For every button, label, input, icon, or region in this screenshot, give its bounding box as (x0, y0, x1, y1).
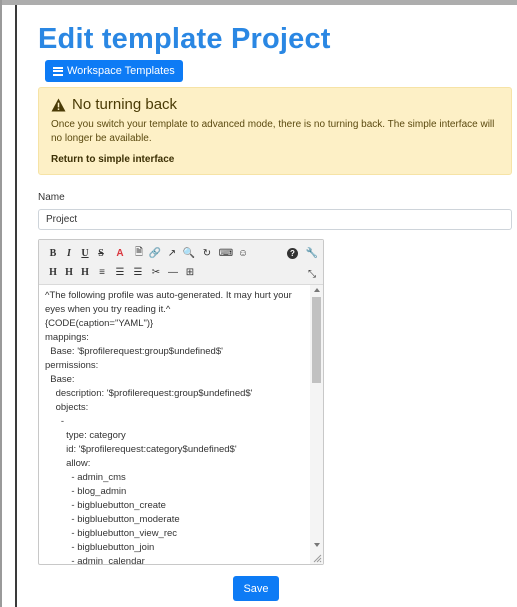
scroll-up-icon[interactable] (314, 288, 320, 292)
smiley-icon[interactable]: ☺ (235, 248, 251, 259)
scroll-down-icon[interactable] (314, 543, 320, 547)
toolbar-row-1: B I U S A 🗎 🔗 ↗ 🔍 ↻ ⌨ ☺ ? 🔧 (45, 244, 319, 263)
text-color-button[interactable]: A (109, 248, 131, 259)
warning-icon (51, 97, 66, 112)
name-input[interactable] (38, 209, 512, 230)
search-icon[interactable]: 🔍 (181, 248, 197, 259)
document-icon[interactable]: 🗎 (131, 245, 147, 262)
warning-alert: No turning back Once you switch your tem… (38, 87, 512, 175)
bold-button[interactable]: B (45, 248, 61, 259)
name-label: Name (38, 192, 65, 203)
refresh-icon[interactable]: ↻ (197, 248, 217, 259)
numbered-list-icon[interactable]: ☰ (129, 267, 147, 278)
table-icon[interactable]: ⊞ (181, 267, 199, 278)
alert-header: No turning back (51, 96, 499, 113)
workspace-templates-label: Workspace Templates (67, 65, 175, 77)
scrollbar-thumb[interactable] (312, 297, 321, 383)
wrench-icon[interactable]: 🔧 (306, 248, 318, 259)
underline-button[interactable]: U (77, 248, 93, 259)
heading-3-button[interactable]: H (77, 267, 93, 278)
save-button[interactable]: Save (233, 576, 279, 601)
window-top-border (0, 0, 517, 5)
italic-button[interactable]: I (61, 248, 77, 259)
heading-2-button[interactable]: H (61, 267, 77, 278)
resize-grip-icon[interactable] (312, 553, 322, 563)
horizontal-rule-icon[interactable]: — (165, 267, 181, 278)
toolbar-row-1-right: ? 🔧 (287, 248, 318, 259)
list-icon (53, 66, 63, 76)
editor-body[interactable]: ^The following profile was auto-generate… (39, 285, 323, 564)
page-left-border (15, 5, 17, 607)
external-link-icon[interactable]: ↗ (163, 248, 181, 259)
toolbar-row-2: H H H ≡ ☰ ☰ ✂ — ⊞ ⤡ (45, 263, 319, 282)
return-to-simple-link[interactable]: Return to simple interface (51, 154, 174, 165)
toolbar-row-2-right: ⤡ (306, 264, 318, 282)
strikethrough-button[interactable]: S (93, 248, 109, 259)
editor-scrollbar[interactable] (310, 285, 323, 564)
help-icon[interactable]: ? (287, 248, 298, 259)
page-title: Edit template Project (38, 23, 331, 55)
heading-1-button[interactable]: H (45, 267, 61, 278)
bullet-list-icon[interactable]: ☰ (111, 267, 129, 278)
align-center-icon[interactable]: ≡ (93, 267, 111, 278)
alert-message: Once you switch your template to advance… (51, 119, 495, 144)
scissors-icon[interactable]: ✂ (147, 267, 165, 278)
workspace-templates-button[interactable]: Workspace Templates (45, 60, 183, 82)
main-content: Edit template Project Workspace Template… (38, 22, 512, 601)
window-left-border (0, 0, 2, 607)
editor-toolbar: B I U S A 🗎 🔗 ↗ 🔍 ↻ ⌨ ☺ ? 🔧 H H H ≡ ☰ ☰ … (39, 240, 323, 285)
form-actions: Save (38, 576, 512, 601)
alert-title: No turning back (72, 96, 178, 113)
template-editor: B I U S A 🗎 🔗 ↗ 🔍 ↻ ⌨ ☺ ? 🔧 H H H ≡ ☰ ☰ … (38, 239, 324, 565)
template-content-textarea[interactable]: ^The following profile was auto-generate… (39, 285, 323, 564)
fullscreen-icon[interactable]: ⤡ (306, 269, 318, 280)
keyboard-icon[interactable]: ⌨ (217, 248, 235, 259)
link-icon[interactable]: 🔗 (147, 248, 163, 259)
